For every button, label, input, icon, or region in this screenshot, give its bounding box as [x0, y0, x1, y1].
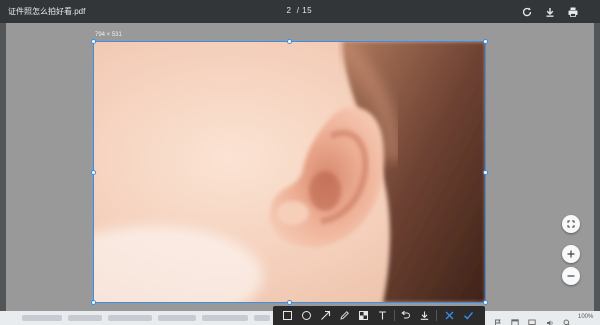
- page-current-input[interactable]: 2: [284, 6, 294, 15]
- page-indicator: 2 / 15: [284, 6, 312, 15]
- selection-size-label: 794 × 531: [95, 32, 122, 38]
- rectangle-tool-icon[interactable]: [282, 310, 293, 321]
- monitor-icon[interactable]: [528, 314, 536, 325]
- baby-ear-photo: [93, 41, 486, 303]
- status-item: [158, 315, 196, 321]
- fit-page-button[interactable]: [562, 215, 580, 233]
- rotate-icon[interactable]: [521, 5, 533, 17]
- page-separator: /: [296, 6, 300, 15]
- page-total: 15: [302, 6, 313, 15]
- confirm-check-icon[interactable]: [463, 310, 474, 321]
- status-item: [68, 315, 102, 321]
- fit-page-icon: [567, 220, 575, 228]
- window-icon[interactable]: [511, 314, 519, 325]
- status-item: [254, 315, 270, 321]
- zoom-level: 100%: [578, 314, 594, 320]
- toolbar-divider: [436, 310, 437, 321]
- zoom-out-button[interactable]: [562, 267, 580, 285]
- undo-icon[interactable]: [400, 310, 411, 321]
- plus-icon: [567, 250, 575, 258]
- status-item: [108, 315, 152, 321]
- zoom-search-icon[interactable]: [563, 314, 571, 325]
- viewer-top-bar: 证件照怎么拍好看.pdf 2 / 15: [0, 0, 600, 23]
- download-icon[interactable]: [544, 5, 556, 17]
- file-title: 证件照怎么拍好看.pdf: [8, 7, 86, 16]
- save-download-icon[interactable]: [419, 310, 430, 321]
- resize-handle-s[interactable]: [287, 300, 292, 305]
- print-icon[interactable]: [567, 5, 579, 17]
- text-tool-icon[interactable]: [377, 310, 388, 321]
- resize-handle-nw[interactable]: [91, 39, 96, 44]
- resize-handle-ne[interactable]: [483, 39, 488, 44]
- resize-handle-n[interactable]: [287, 39, 292, 44]
- ellipse-tool-icon[interactable]: [301, 310, 312, 321]
- resize-handle-se[interactable]: [483, 300, 488, 305]
- toolbar-divider: [394, 310, 395, 321]
- resize-handle-w[interactable]: [91, 170, 96, 175]
- zoom-in-button[interactable]: [562, 245, 580, 263]
- resize-handle-sw[interactable]: [91, 300, 96, 305]
- mosaic-tool-icon[interactable]: [358, 310, 369, 321]
- status-item: [22, 315, 62, 321]
- status-item: [202, 315, 248, 321]
- cancel-icon[interactable]: [444, 310, 455, 321]
- flag-icon[interactable]: [494, 314, 502, 325]
- resize-handle-e[interactable]: [483, 170, 488, 175]
- screenshot-toolbar: [273, 306, 485, 325]
- minus-icon: [567, 275, 575, 277]
- arrow-tool-icon[interactable]: [320, 310, 331, 321]
- volume-icon[interactable]: [546, 314, 554, 325]
- pencil-tool-icon[interactable]: [339, 310, 350, 321]
